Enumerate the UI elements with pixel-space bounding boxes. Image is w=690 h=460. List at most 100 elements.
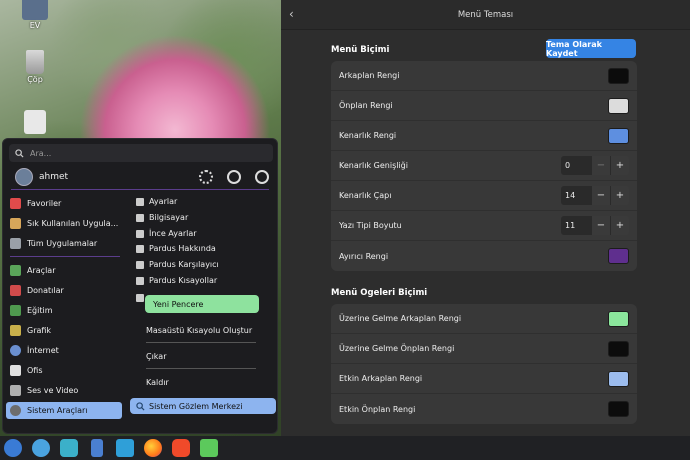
desktop-icon-home[interactable]: EV	[12, 0, 58, 30]
search-icon	[136, 401, 145, 411]
context-label: Kaldır	[146, 377, 169, 387]
app-label: Sistem Gözlem Merkezi	[149, 401, 243, 411]
spinner-value[interactable]: 14	[561, 186, 591, 205]
app-item[interactable]: Ayarlar	[136, 194, 177, 209]
context-remove[interactable]: Çıkar	[146, 348, 167, 364]
search-input[interactable]: Ara...	[9, 144, 273, 162]
row-font-size: Yazı Tipi Boyutu 11 − +	[331, 211, 637, 241]
category-graphics[interactable]: Grafik	[10, 322, 124, 339]
category-office[interactable]: Ofis	[10, 362, 124, 379]
taskbar-system-monitor[interactable]	[58, 437, 80, 459]
save-as-theme-button[interactable]: Tema Olarak Kaydet	[546, 39, 636, 58]
taskbar-browser[interactable]	[30, 437, 52, 459]
category-label: Sık Kullanılan Uygula...	[27, 219, 119, 228]
section-title-menu-items-style: Menü Ogeleri Biçimi	[331, 288, 428, 298]
taskbar-brave[interactable]	[170, 437, 192, 459]
category-favorites[interactable]: Favoriler	[10, 195, 124, 212]
extensions-icon	[200, 439, 218, 457]
plus-icon[interactable]: +	[610, 156, 629, 175]
category-label: Ses ve Video	[27, 386, 79, 395]
taskbar	[0, 436, 690, 460]
app-item[interactable]: İnce Ayarlar	[136, 226, 197, 241]
app-label: Ayarlar	[149, 197, 178, 206]
taskbar-menu[interactable]	[2, 437, 24, 459]
category-all-apps[interactable]: Tüm Uygulamalar	[10, 235, 124, 252]
category-tools[interactable]: Araçlar	[10, 262, 124, 279]
row-label: Ayırıcı Rengi	[339, 251, 389, 261]
minus-icon[interactable]: −	[591, 186, 610, 205]
border-width-spinner: 0 − +	[561, 156, 629, 175]
category-education[interactable]: Eğitim	[10, 302, 124, 319]
spinner-value[interactable]: 0	[561, 156, 591, 175]
category-frequent[interactable]: Sık Kullanılan Uygula...	[10, 215, 124, 232]
text-editor-icon	[91, 439, 103, 457]
search-placeholder: Ara...	[30, 148, 52, 158]
username: ahmet	[39, 172, 69, 182]
row-foreground-color: Önplan Rengi	[331, 91, 637, 121]
graphics-icon	[10, 325, 21, 336]
welcome-icon	[136, 260, 144, 269]
lock-power-icon[interactable]	[227, 170, 241, 184]
shortcuts-icon	[136, 276, 144, 285]
category-media[interactable]: Ses ve Video	[10, 382, 124, 399]
user-bar: ahmet	[15, 167, 269, 187]
desktop-icon-label: EV	[29, 21, 41, 30]
taskbar-firefox[interactable]	[142, 437, 164, 459]
color-swatch-button[interactable]	[608, 340, 629, 357]
row-active-background-color: Etkin Arkaplan Rengi	[331, 364, 637, 394]
section-title-menu-style: Menü Biçimi	[331, 45, 390, 55]
menu-divider	[11, 189, 269, 190]
color-swatch-button[interactable]	[608, 370, 629, 387]
color-swatch-button[interactable]	[608, 401, 629, 417]
app-item[interactable]: Pardus Kısayollar	[136, 273, 217, 288]
browser-icon	[32, 439, 50, 457]
app-item[interactable]: Bilgisayar	[136, 210, 188, 225]
category-accessories[interactable]: Donatılar	[10, 282, 124, 299]
color-swatch-button[interactable]	[608, 310, 629, 327]
grid-icon	[10, 238, 21, 249]
category-label: Favoriler	[27, 199, 62, 208]
row-label: Yazı Tipi Boyutu	[339, 221, 402, 230]
dialog-titlebar: ‹ Menü Teması	[281, 0, 690, 30]
color-swatch-button[interactable]	[608, 67, 629, 84]
menu-items-style-card: Üzerine Gelme Arkaplan Rengi Üzerine Gel…	[331, 304, 637, 424]
row-label: Kenarlık Çapı	[339, 191, 392, 200]
minus-icon[interactable]: −	[591, 216, 610, 235]
minus-icon[interactable]: −	[591, 156, 610, 175]
context-label: Masaüstü Kısayolu Oluştur	[146, 325, 253, 335]
app-item[interactable]: Pardus Hakkında	[136, 241, 216, 256]
plus-icon[interactable]: +	[610, 216, 629, 235]
taskbar-extensions[interactable]	[198, 437, 220, 459]
color-swatch-button[interactable]	[608, 127, 629, 144]
education-icon	[10, 305, 21, 316]
category-label: Donatılar	[27, 286, 64, 295]
context-new-window[interactable]: Yeni Pencere	[145, 295, 259, 313]
app-item[interactable]: Pardus Karşılayıcı	[136, 257, 219, 272]
taskbar-text-editor[interactable]	[86, 437, 108, 459]
desktop-icon-trash[interactable]: Çöp	[12, 50, 58, 84]
color-swatch-button[interactable]	[608, 97, 629, 114]
tools-icon	[10, 265, 21, 276]
about-icon	[136, 244, 144, 253]
settings-gear-icon[interactable]	[199, 170, 213, 184]
taskbar-store[interactable]	[114, 437, 136, 459]
spinner-value[interactable]: 11	[561, 216, 591, 235]
row-border-radius: Kenarlık Çapı 14 − +	[331, 181, 637, 211]
search-icon	[15, 148, 24, 158]
color-swatch-button[interactable]	[608, 248, 629, 264]
category-system-tools[interactable]: Sistem Araçları	[6, 402, 122, 419]
category-divider	[10, 256, 120, 257]
app-icon	[136, 293, 144, 302]
system-monitor-icon	[60, 439, 78, 457]
category-label: Tüm Uygulamalar	[27, 239, 98, 248]
avatar[interactable]	[15, 168, 33, 186]
power-icon[interactable]	[255, 170, 269, 184]
category-internet[interactable]: İnternet	[10, 342, 124, 359]
context-uninstall[interactable]: Kaldır	[146, 374, 169, 390]
app-label: İnce Ayarlar	[149, 229, 197, 238]
desktop-icon-file[interactable]	[12, 110, 58, 134]
context-create-shortcut[interactable]: Masaüstü Kısayolu Oluştur	[146, 322, 252, 338]
plus-icon[interactable]: +	[610, 186, 629, 205]
app-system-monitor[interactable]: Sistem Gözlem Merkezi	[130, 398, 276, 414]
row-label: Kenarlık Genişliği	[339, 161, 408, 170]
